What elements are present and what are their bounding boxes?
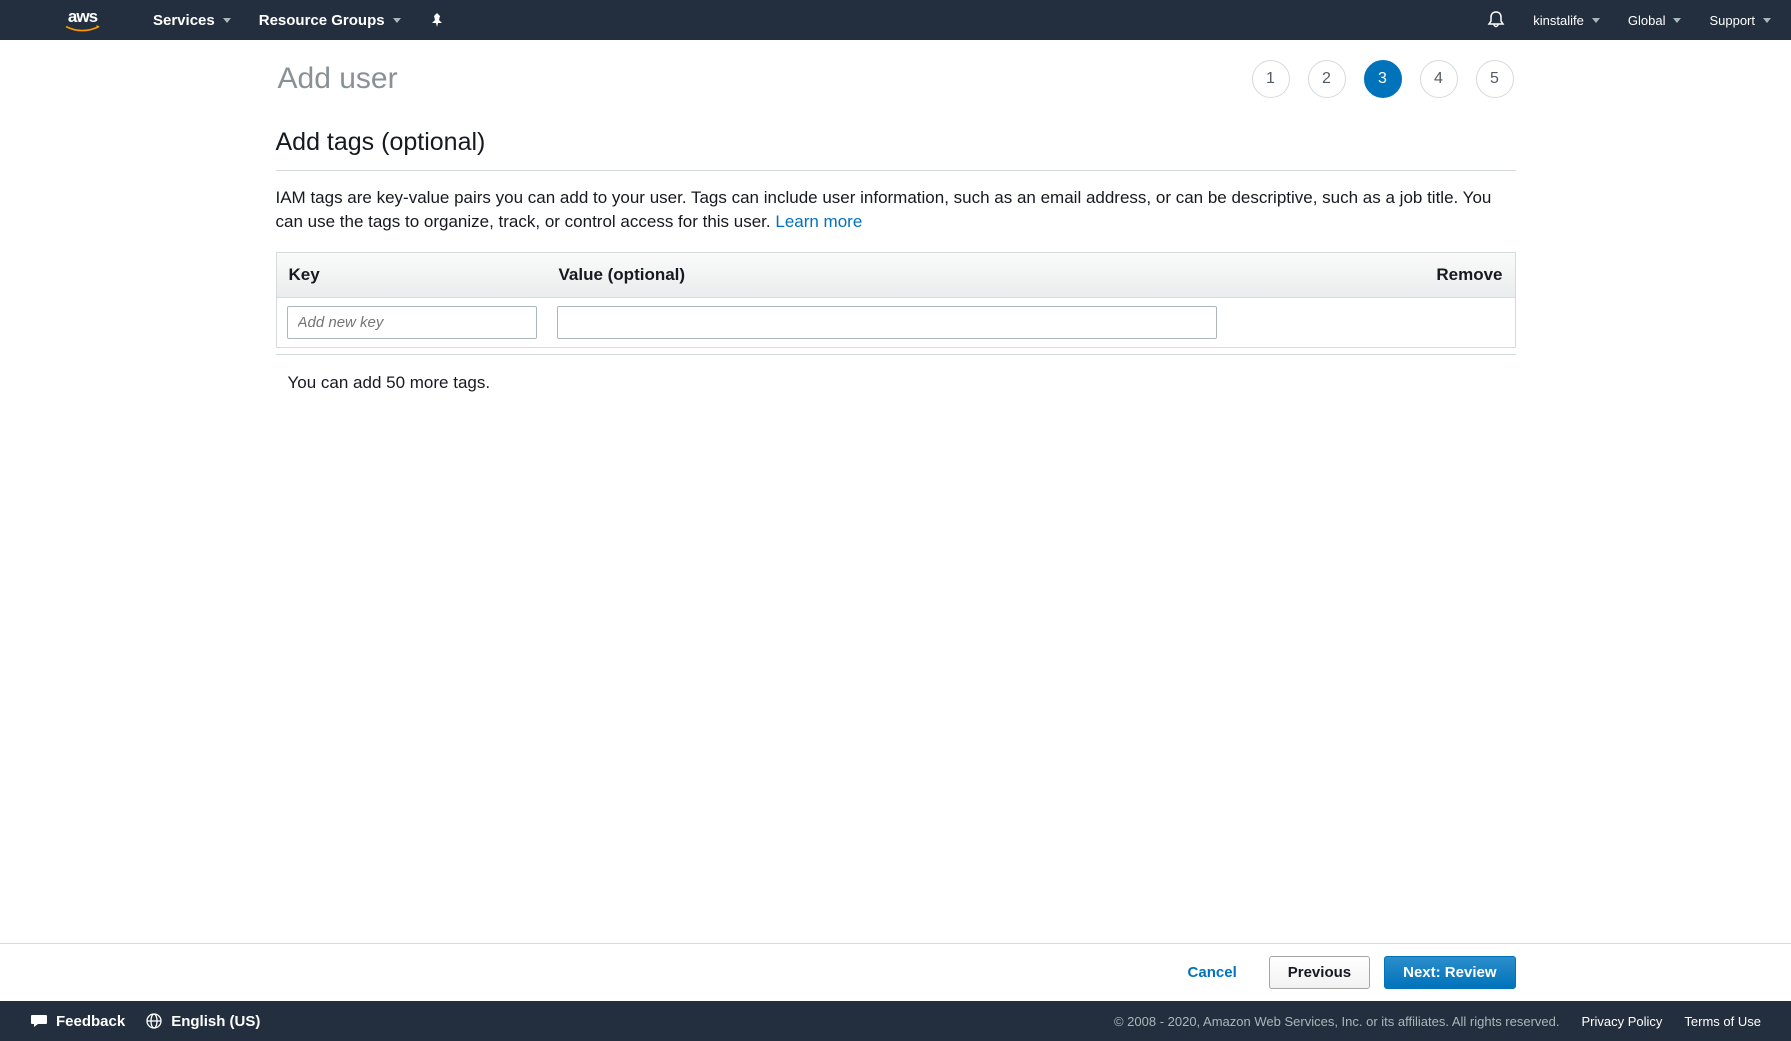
- action-bar: Cancel Previous Next: Review: [0, 943, 1791, 1001]
- table-row: [277, 298, 1515, 347]
- chevron-down-icon: [1763, 18, 1771, 23]
- language-selector[interactable]: English (US): [145, 1012, 260, 1030]
- footer: Feedback English (US) © 2008 - 2020, Ama…: [0, 1001, 1791, 1041]
- chat-icon: [30, 1012, 48, 1030]
- account-label: kinstalife: [1533, 13, 1584, 28]
- aws-swoosh-icon: [60, 25, 105, 33]
- cancel-button[interactable]: Cancel: [1170, 957, 1255, 988]
- copyright-text: © 2008 - 2020, Amazon Web Services, Inc.…: [1114, 1014, 1560, 1029]
- section-title: Add tags (optional): [276, 128, 1516, 157]
- globe-icon: [145, 1012, 163, 1030]
- value-cell: [557, 306, 1405, 339]
- notifications-button[interactable]: [1487, 10, 1505, 31]
- tag-value-input[interactable]: [557, 306, 1217, 339]
- nav-right-group: kinstalife Global Support: [1487, 10, 1771, 31]
- pin-shortcut[interactable]: [429, 12, 445, 28]
- feedback-label: Feedback: [56, 1013, 125, 1030]
- learn-more-link[interactable]: Learn more: [775, 212, 862, 231]
- chevron-down-icon: [1673, 18, 1681, 23]
- region-menu[interactable]: Global: [1628, 13, 1682, 28]
- step-1[interactable]: 1: [1252, 60, 1290, 98]
- terms-of-use-link[interactable]: Terms of Use: [1684, 1014, 1761, 1029]
- services-label: Services: [153, 12, 215, 29]
- wizard-steps: 1 2 3 4 5: [1252, 60, 1514, 98]
- feedback-link[interactable]: Feedback: [30, 1012, 125, 1030]
- region-label: Global: [1628, 13, 1666, 28]
- page-header: Add user 1 2 3 4 5: [276, 60, 1516, 98]
- resource-groups-menu[interactable]: Resource Groups: [259, 12, 401, 29]
- key-cell: [287, 306, 557, 339]
- nav-left-group: aws Services Resource Groups: [20, 7, 445, 33]
- step-4[interactable]: 4: [1420, 60, 1458, 98]
- previous-button[interactable]: Previous: [1269, 956, 1370, 989]
- support-menu[interactable]: Support: [1709, 13, 1771, 28]
- header-value: Value (optional): [559, 265, 1403, 285]
- description-text: IAM tags are key-value pairs you can add…: [276, 188, 1492, 231]
- page-title: Add user: [278, 62, 398, 96]
- chevron-down-icon: [1592, 18, 1600, 23]
- step-3[interactable]: 3: [1364, 60, 1402, 98]
- action-bar-inner: Cancel Previous Next: Review: [276, 956, 1516, 989]
- support-label: Support: [1709, 13, 1755, 28]
- step-2[interactable]: 2: [1308, 60, 1346, 98]
- section-divider: [276, 170, 1516, 171]
- resource-groups-label: Resource Groups: [259, 12, 385, 29]
- aws-logo-text: aws: [68, 7, 97, 27]
- tag-key-input[interactable]: [287, 306, 537, 339]
- footer-left: Feedback English (US): [30, 1012, 260, 1030]
- header-remove: Remove: [1403, 265, 1503, 285]
- tags-table: Key Value (optional) Remove: [276, 252, 1516, 348]
- header-key: Key: [289, 265, 559, 285]
- step-5[interactable]: 5: [1476, 60, 1514, 98]
- table-bottom-divider: [276, 354, 1516, 355]
- main-content: Add user 1 2 3 4 5 Add tags (optional) I…: [276, 40, 1516, 943]
- table-header: Key Value (optional) Remove: [277, 253, 1515, 298]
- pin-icon: [429, 12, 445, 28]
- bell-icon: [1487, 10, 1505, 28]
- tags-count-text: You can add 50 more tags.: [276, 373, 1516, 393]
- privacy-policy-link[interactable]: Privacy Policy: [1582, 1014, 1663, 1029]
- aws-logo[interactable]: aws: [60, 7, 105, 33]
- services-menu[interactable]: Services: [153, 12, 231, 29]
- account-menu[interactable]: kinstalife: [1533, 13, 1600, 28]
- section-description: IAM tags are key-value pairs you can add…: [276, 186, 1516, 234]
- top-navigation: aws Services Resource Groups: [0, 0, 1791, 40]
- chevron-down-icon: [393, 18, 401, 23]
- language-label: English (US): [171, 1013, 260, 1030]
- footer-right: © 2008 - 2020, Amazon Web Services, Inc.…: [1114, 1014, 1761, 1029]
- chevron-down-icon: [223, 18, 231, 23]
- next-review-button[interactable]: Next: Review: [1384, 956, 1515, 989]
